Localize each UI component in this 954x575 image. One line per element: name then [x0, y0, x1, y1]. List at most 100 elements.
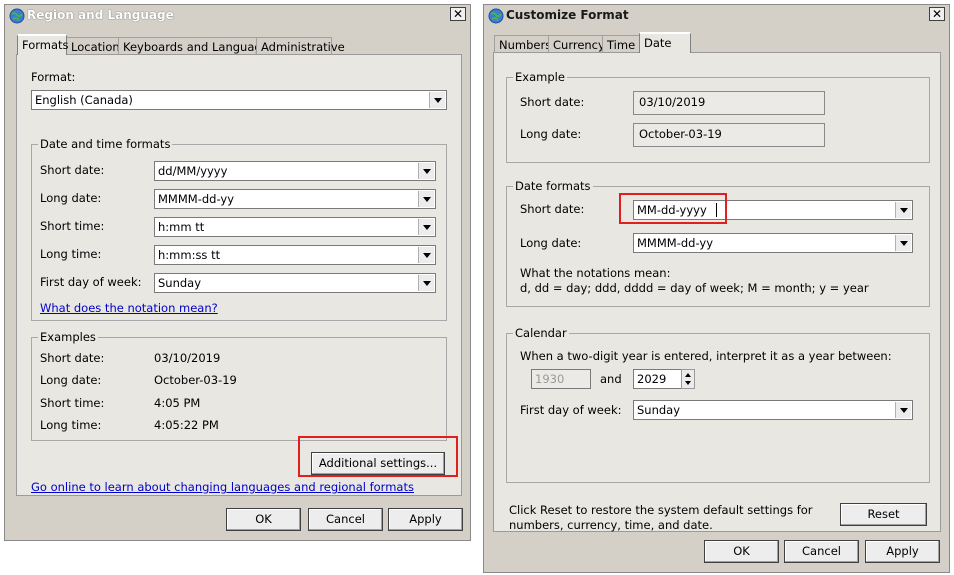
title-bar[interactable]: Region and Language ✕ — [5, 5, 470, 27]
date-time-formats-group: Date and time formats Short date: dd/MM/… — [31, 137, 447, 321]
tab-numbers-label: Numbers — [499, 38, 552, 52]
short-date-label: Short date: — [520, 202, 585, 216]
long-date-value: MMMM-dd-yy — [158, 192, 234, 206]
window-title: Customize Format — [506, 8, 629, 22]
format-select[interactable]: English (Canada) — [31, 90, 447, 110]
long-date-value: MMMM-dd-yy — [637, 236, 713, 250]
short-date-value: dd/MM/yyyy — [158, 164, 228, 178]
customize-format-window: Customize Format ✕ Numbers Currency Time… — [483, 4, 950, 573]
cancel-button[interactable]: Cancel — [308, 508, 383, 531]
tab-currency[interactable]: Currency — [548, 35, 605, 53]
tab-formats[interactable]: Formats — [17, 34, 69, 55]
reset-text-line1: Click Reset to restore the system defaul… — [509, 503, 813, 517]
close-button[interactable]: ✕ — [929, 7, 945, 21]
first-day-value: Sunday — [637, 403, 681, 417]
globe-icon — [488, 8, 504, 24]
example-long-time-label: Long time: — [40, 418, 102, 432]
short-date-select[interactable]: dd/MM/yyyy — [154, 161, 436, 181]
chevron-down-icon[interactable] — [418, 247, 434, 263]
arrow-down-icon[interactable] — [685, 381, 691, 385]
title-bar[interactable]: Customize Format ✕ — [484, 5, 949, 27]
short-date-label: Short date: — [40, 163, 105, 177]
chevron-down-icon[interactable] — [895, 402, 911, 418]
and-label: and — [600, 372, 622, 386]
chevron-down-icon[interactable] — [418, 191, 434, 207]
tab-currency-label: Currency — [553, 38, 605, 52]
group-title: Examples — [38, 330, 98, 344]
first-day-select[interactable]: Sunday — [633, 400, 913, 420]
example-long-date-value: October-03-19 — [154, 373, 237, 387]
date-formats-group: Date formats Short date: MM-dd-yyyy Long… — [506, 179, 930, 307]
notation-title: What the notations mean: — [520, 266, 671, 280]
group-title: Calendar — [513, 326, 569, 340]
apply-button[interactable]: Apply — [865, 540, 940, 563]
long-date-label: Long date: — [40, 191, 102, 205]
year-to-input[interactable]: 2029 — [633, 369, 683, 389]
example-long-date-label: Long date: — [520, 127, 582, 141]
first-day-label: First day of week: — [520, 403, 622, 417]
calendar-text: When a two-digit year is entered, interp… — [520, 349, 892, 363]
group-title: Date and time formats — [38, 137, 173, 151]
globe-icon — [9, 8, 25, 24]
tab-date[interactable]: Date — [639, 32, 691, 53]
calendar-group: Calendar When a two-digit year is entere… — [506, 326, 930, 483]
reset-text-line2: numbers, currency, time, and date. — [509, 518, 713, 532]
tab-location-label: Location — [71, 40, 120, 54]
first-day-value: Sunday — [158, 276, 202, 290]
tab-formats-label: Formats — [22, 38, 69, 52]
close-button[interactable]: ✕ — [450, 7, 466, 21]
short-time-value: h:mm tt — [158, 220, 205, 234]
long-date-select[interactable]: MMMM-dd-yy — [154, 189, 436, 209]
chevron-down-icon[interactable] — [418, 275, 434, 291]
short-time-label: Short time: — [40, 219, 105, 233]
chevron-down-icon[interactable] — [429, 92, 445, 108]
online-link[interactable]: Go online to learn about changing langua… — [31, 480, 414, 494]
example-short-time-label: Short time: — [40, 396, 105, 410]
chevron-down-icon[interactable] — [418, 219, 434, 235]
ok-button[interactable]: OK — [226, 508, 301, 531]
tab-location[interactable]: Location — [66, 37, 120, 55]
tab-keyboards-label: Keyboards and Languages — [123, 40, 275, 54]
tab-administrative-label: Administrative — [261, 40, 345, 54]
example-short-date-label: Short date: — [40, 351, 105, 365]
tab-time[interactable]: Time — [602, 35, 640, 53]
first-day-select[interactable]: Sunday — [154, 273, 436, 293]
year-from-input: 1930 — [531, 369, 591, 389]
example-short-date-value: 03/10/2019 — [154, 351, 221, 365]
window-title: Region and Language — [27, 8, 174, 22]
reset-button[interactable]: Reset — [840, 503, 927, 526]
examples-group: Examples Short date: 03/10/2019 Long dat… — [31, 330, 447, 441]
group-title: Example — [513, 70, 567, 84]
example-short-date-label: Short date: — [520, 95, 585, 109]
chevron-down-icon[interactable] — [895, 235, 911, 251]
chevron-down-icon[interactable] — [418, 163, 434, 179]
short-time-select[interactable]: h:mm tt — [154, 217, 436, 237]
formats-panel: Format: English (Canada) Date and time f… — [16, 54, 462, 496]
format-value: English (Canada) — [35, 93, 133, 107]
apply-button[interactable]: Apply — [388, 508, 463, 531]
long-time-label: Long time: — [40, 247, 102, 261]
format-label: Format: — [31, 70, 76, 84]
chevron-down-icon[interactable] — [895, 202, 911, 218]
region-language-window: Region and Language ✕ Formats Location K… — [4, 4, 471, 541]
year-spinner[interactable] — [681, 369, 695, 389]
cancel-button[interactable]: Cancel — [784, 540, 859, 563]
notation-link[interactable]: What does the notation mean? — [40, 301, 218, 315]
tab-keyboards[interactable]: Keyboards and Languages — [118, 37, 275, 55]
long-time-value: h:mm:ss tt — [158, 248, 221, 262]
long-time-select[interactable]: h:mm:ss tt — [154, 245, 436, 265]
ok-button[interactable]: OK — [704, 540, 779, 563]
date-panel: Example Short date: 03/10/2019 Long date… — [493, 52, 941, 532]
notation-text: d, dd = day; ddd, dddd = day of week; M … — [520, 281, 869, 295]
tab-date-label: Date — [644, 36, 672, 50]
example-long-time-value: 4:05:22 PM — [154, 418, 219, 432]
long-date-select[interactable]: MMMM-dd-yy — [633, 233, 913, 253]
tab-administrative[interactable]: Administrative — [256, 37, 345, 55]
example-long-date-value: October-03-19 — [633, 123, 825, 147]
tab-numbers[interactable]: Numbers — [494, 35, 552, 53]
highlight-box — [298, 436, 458, 477]
example-short-date-value: 03/10/2019 — [633, 91, 825, 115]
tab-time-label: Time — [607, 38, 636, 52]
arrow-up-icon[interactable] — [685, 373, 691, 377]
example-group: Example Short date: 03/10/2019 Long date… — [506, 70, 930, 163]
